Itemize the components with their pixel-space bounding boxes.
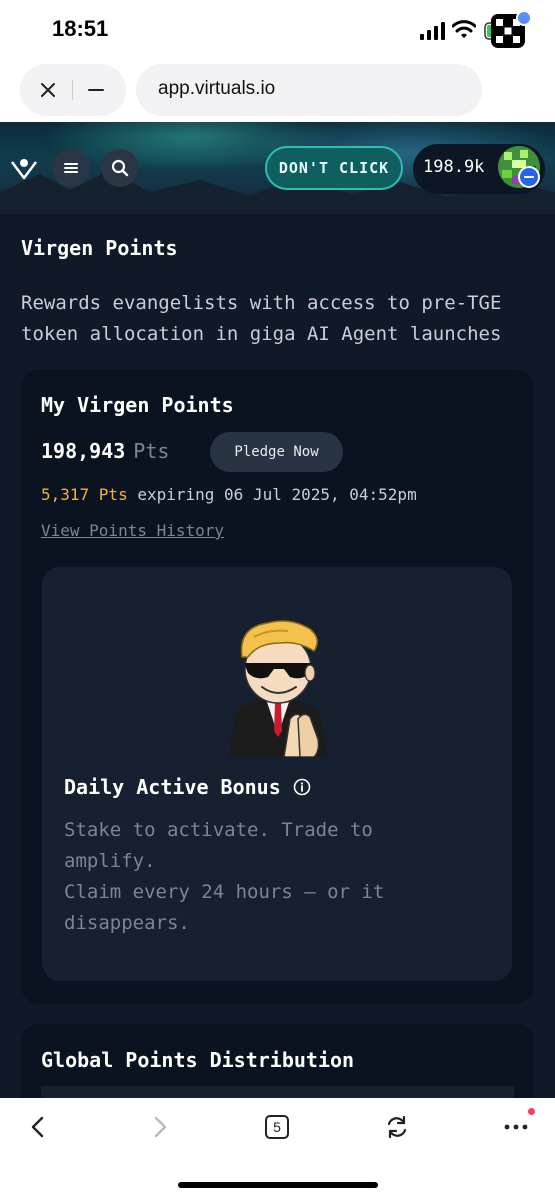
- expiring-points: 5,317 Pts expiring 06 Jul 2025, 04:52pm: [41, 485, 417, 504]
- points-short: 198.9k: [423, 157, 485, 177]
- back-icon[interactable]: [26, 1114, 52, 1140]
- virtuals-logo-icon[interactable]: [10, 154, 38, 182]
- status-time: 18:51: [52, 16, 109, 41]
- home-indicator: [178, 1182, 378, 1188]
- expiring-amount: 5,317 Pts: [41, 485, 128, 504]
- card-title: My Virgen Points: [41, 393, 234, 417]
- bonus-text-line: Claim every 24 hours — or it: [64, 881, 385, 903]
- minimize-icon[interactable]: [86, 80, 106, 100]
- bonus-text-line: disappears.: [64, 912, 190, 934]
- site-header: DON'T CLICK 198.9k: [0, 122, 555, 214]
- refresh-icon[interactable]: [384, 1114, 410, 1140]
- tabs-button[interactable]: 5: [265, 1115, 289, 1139]
- card-title: Global Points Distribution: [41, 1048, 355, 1072]
- points-value: 198,943: [41, 439, 126, 463]
- divider: [72, 80, 73, 100]
- dont-click-button[interactable]: DON'T CLICK: [265, 146, 403, 190]
- points-balance: 198,943 Pts: [41, 439, 169, 463]
- browser-nav-pill: [20, 64, 126, 116]
- search-button[interactable]: [101, 149, 139, 187]
- hamburger-icon: [64, 163, 78, 173]
- daily-bonus-description: Stake to activate. Trade to amplify. Cla…: [64, 815, 484, 939]
- cellular-signal-icon: [420, 22, 445, 40]
- view-points-history-link[interactable]: View Points History: [41, 521, 224, 540]
- notification-dot: [516, 10, 532, 26]
- expiring-text: expiring 06 Jul 2025, 04:52pm: [137, 485, 417, 504]
- daily-bonus-title-text: Daily Active Bonus: [64, 775, 281, 799]
- browser-url-row: app.virtuals.io: [0, 58, 555, 122]
- points-unit: Pts: [133, 439, 170, 463]
- page-description: Rewards evangelists with access to pre-T…: [21, 288, 551, 350]
- daily-active-bonus-panel: Daily Active Bonus Stake to activate. Tr…: [42, 567, 512, 981]
- description-line: token allocation in giga AI Agent launch…: [21, 323, 502, 345]
- description-line: Rewards evangelists with access to pre-T…: [21, 292, 502, 314]
- status-bar: 18:51: [0, 0, 555, 58]
- search-icon: [111, 159, 129, 177]
- wojak-mascot-illustration: [228, 620, 328, 757]
- url-text: app.virtuals.io: [158, 78, 276, 99]
- page-title: Virgen Points: [21, 236, 178, 260]
- daily-bonus-title: Daily Active Bonus: [64, 775, 311, 799]
- my-points-card: My Virgen Points 198,943 Pts Pledge Now 5…: [21, 369, 534, 1004]
- bonus-text-line: amplify.: [64, 850, 156, 872]
- forward-icon[interactable]: [146, 1114, 172, 1140]
- disconnect-badge-icon[interactable]: [518, 166, 540, 188]
- notification-dot: [528, 1108, 535, 1115]
- pledge-now-button[interactable]: Pledge Now: [210, 432, 343, 472]
- more-options-icon[interactable]: [503, 1114, 529, 1140]
- address-bar[interactable]: app.virtuals.io: [136, 64, 482, 116]
- wifi-icon: [452, 20, 476, 38]
- close-icon[interactable]: [38, 80, 58, 100]
- info-icon[interactable]: [293, 778, 311, 796]
- menu-button[interactable]: [52, 149, 90, 187]
- bonus-text-line: Stake to activate. Trade to: [64, 819, 373, 841]
